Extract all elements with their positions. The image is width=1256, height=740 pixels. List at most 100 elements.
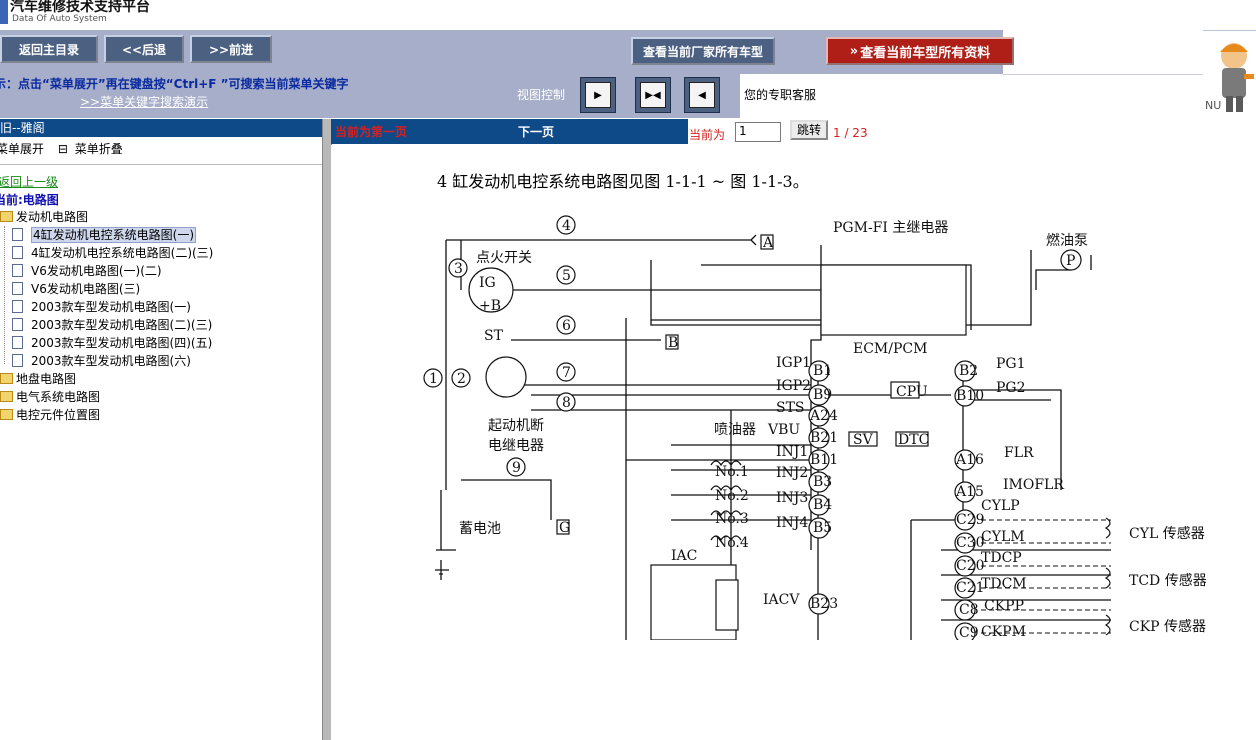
menu-collapse-link[interactable]: 菜单折叠 — [75, 142, 123, 156]
tree-item-label: 4缸发动机电控系统电路图(一) — [31, 227, 196, 243]
connector-b-label: B — [668, 335, 678, 351]
service-text: 您的专职客服 — [744, 88, 817, 102]
document-icon — [12, 336, 23, 349]
pin-c21-label: C21 — [956, 580, 985, 596]
pin-c8-label: C8 — [959, 602, 979, 618]
pin-b2-label: B2 — [959, 363, 978, 379]
tree-folder-engine[interactable]: 发动机电路图 — [0, 208, 88, 226]
iacv-label: IACV — [763, 592, 800, 608]
home-button[interactable]: 返回主目录 — [0, 35, 98, 63]
all-models-button[interactable]: 查看当前厂家所有车型 — [631, 37, 775, 65]
injector-1-label: No.1 — [715, 464, 749, 480]
connector-a-label: A — [762, 235, 774, 251]
sidebar-divider — [0, 164, 330, 165]
tree-item[interactable]: V6发动机电路图(三) — [12, 280, 140, 298]
app-subtitle: Data Of Auto System — [12, 14, 107, 24]
tree-item-label: 2003款车型发动机电路图(六) — [31, 354, 191, 368]
fuse-6-label: 6 — [562, 318, 571, 334]
tree-item[interactable]: 2003款车型发动机电路图(一) — [12, 298, 191, 316]
go-button[interactable]: 跳转 — [790, 120, 828, 140]
pin-c29-label: C29 — [956, 512, 985, 528]
back-up-link[interactable]: 返回上一级 — [0, 173, 58, 190]
tree-folder-electrical[interactable]: 电气系统电路图 — [0, 388, 100, 406]
document-icon — [12, 228, 23, 241]
forward-button[interactable]: >>前进 — [190, 35, 272, 63]
tree-item[interactable]: 4缸发动机电控系统电路图(一) — [12, 226, 196, 244]
connector-g-label: G — [559, 520, 570, 536]
menu-expand-link[interactable]: 菜单展开 — [0, 142, 44, 156]
all-data-label: 查看当前车型所有资料 — [860, 45, 991, 61]
pin-b11-label: B11 — [810, 452, 838, 468]
ig-terminal-label: IG — [479, 275, 496, 291]
vbu-label: VBU — [767, 422, 800, 438]
tree-item[interactable]: 2003款车型发动机电路图(四)(五) — [12, 334, 212, 352]
pin-b5-label: B5 — [813, 520, 832, 536]
pin-b1-label: B1 — [813, 363, 832, 379]
inj2-label: INJ2 — [776, 465, 808, 481]
tree-item[interactable]: V6发动机电路图(一)(二) — [12, 262, 162, 280]
inj3-label: INJ3 — [776, 490, 808, 506]
pin-c30-label: C30 — [956, 535, 985, 551]
back-button[interactable]: <<后退 — [104, 35, 184, 63]
tdcm-label: TDCM — [981, 576, 1027, 592]
document-icon — [12, 300, 23, 313]
fuse-5-label: 5 — [562, 268, 571, 284]
diagram-title: 4 缸发动机电控系统电路图见图 1-1-1 ~ 图 1-1-3。 — [437, 172, 809, 191]
ckp-sensor-label: CKP 传感器 — [1129, 618, 1206, 635]
pin-c20-label: C20 — [956, 558, 985, 574]
fuse-8-label: 8 — [562, 395, 571, 411]
pin-a15-label: A15 — [955, 484, 984, 500]
folder-icon — [0, 409, 13, 420]
tree-folder-label: 发动机电路图 — [16, 210, 89, 224]
injector-2-label: No.2 — [715, 488, 749, 504]
view-fit-left-button[interactable]: ◀ — [684, 77, 720, 113]
injector-3-label: No.3 — [715, 511, 749, 527]
fuse-9-label: 9 — [512, 460, 521, 476]
pin-a16-label: A16 — [955, 452, 984, 468]
tree-item-label: 2003款车型发动机电路图(一) — [31, 300, 191, 314]
ignition-switch-label: 点火开关 — [476, 250, 532, 266]
folder-icon — [0, 373, 13, 384]
sts-label: STS — [776, 400, 805, 416]
document-icon — [12, 264, 23, 277]
ckpm-label: CKPM — [981, 624, 1026, 640]
minus-box-icon: ⊟ — [57, 142, 68, 156]
next-page-link[interactable]: 下一页 — [518, 123, 554, 140]
dtc-label: DTC — [898, 432, 929, 448]
tree-folder-component-location[interactable]: 电控元件位置图 — [0, 406, 100, 424]
injector-label: 喷油器 — [714, 422, 756, 438]
tree-item[interactable]: 2003款车型发动机电路图(二)(三) — [12, 316, 212, 334]
current-location: 当前:电路图 — [0, 193, 59, 207]
all-data-button[interactable]: » 查看当前车型所有资料 — [826, 37, 1014, 65]
pin-b4-label: B4 — [813, 497, 832, 513]
prev-page-text: 当前为第一页 — [335, 125, 408, 139]
inj4-label: INJ4 — [776, 515, 808, 531]
app-logo-icon — [0, 0, 8, 24]
tdcp-label: TDCP — [981, 550, 1022, 566]
view-fit-right-button[interactable]: ▶ — [580, 77, 616, 113]
hint-bar: 示：点击“菜单展开”再在键盘按“Ctrl+F ”可搜索当前菜单关键字 >>菜单关… — [0, 74, 740, 118]
iac-label: IAC — [671, 548, 697, 564]
pin-b23-label: B23 — [810, 596, 838, 612]
view-fit-both-button[interactable]: ▶◀ — [635, 77, 671, 113]
document-icon — [12, 354, 23, 367]
pin-b9-label: B9 — [813, 387, 832, 403]
search-demo-link[interactable]: >>菜单关键字搜索演示 — [80, 93, 208, 110]
sidebar-header: 旧--雅阁 — [0, 119, 330, 137]
cyl-sensor-label: CYL 传感器 — [1129, 525, 1205, 542]
fuse-3-label: 3 — [454, 261, 463, 277]
title-bar: 汽车维修技术支持平台 Data Of Auto System — [0, 0, 1256, 31]
page-number-input[interactable]: 1 — [735, 122, 781, 142]
fuse-2-label: 2 — [457, 371, 466, 387]
tree-item[interactable]: 2003款车型发动机电路图(六) — [12, 352, 191, 370]
pin-b21-label: B21 — [810, 430, 838, 446]
hint-text: 示：点击“菜单展开”再在键盘按“Ctrl+F ”可搜索当前菜单关键字 — [0, 77, 349, 91]
tree-item-label: V6发动机电路图(三) — [31, 282, 141, 296]
pg2-label: PG2 — [996, 380, 1026, 396]
injector-4-label: No.4 — [715, 535, 749, 551]
tree-item[interactable]: 4缸发动机电控系统电路图(二)(三) — [12, 244, 213, 262]
pin-b3-label: B3 — [813, 474, 832, 490]
pin-b10-label: B10 — [956, 388, 984, 404]
view-control-label: 视图控制 — [517, 88, 566, 102]
tree-folder-chassis[interactable]: 地盘电路图 — [0, 370, 76, 388]
